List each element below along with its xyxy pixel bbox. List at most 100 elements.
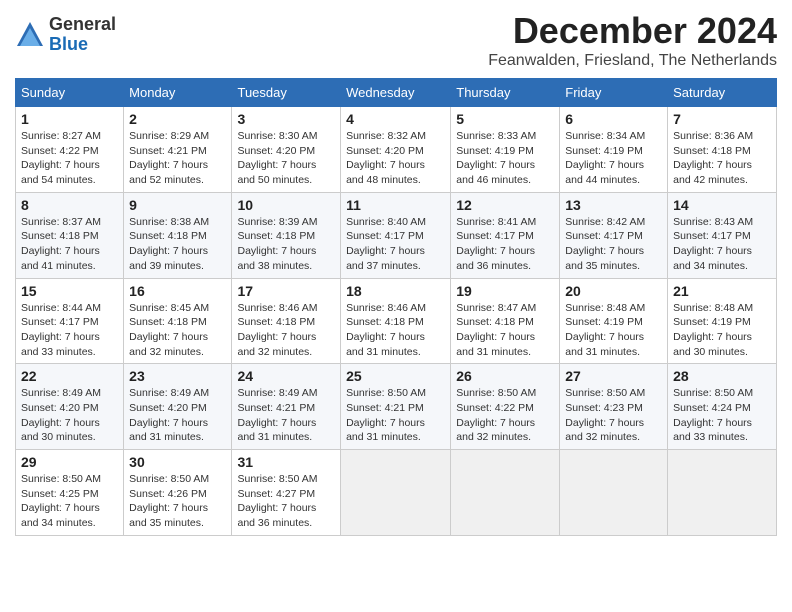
- day-number: 7: [673, 111, 771, 127]
- day-number: 30: [129, 454, 226, 470]
- day-info: Sunrise: 8:36 AM Sunset: 4:18 PM Dayligh…: [673, 129, 771, 188]
- day-info: Sunrise: 8:48 AM Sunset: 4:19 PM Dayligh…: [673, 301, 771, 360]
- day-number: 4: [346, 111, 445, 127]
- day-info: Sunrise: 8:42 AM Sunset: 4:17 PM Dayligh…: [565, 215, 662, 274]
- calendar-cell: 3 Sunrise: 8:30 AM Sunset: 4:20 PM Dayli…: [232, 107, 341, 193]
- location-title: Feanwalden, Friesland, The Netherlands: [488, 52, 777, 70]
- calendar-cell: 4 Sunrise: 8:32 AM Sunset: 4:20 PM Dayli…: [341, 107, 451, 193]
- day-info: Sunrise: 8:49 AM Sunset: 4:21 PM Dayligh…: [237, 386, 335, 445]
- calendar-cell: 2 Sunrise: 8:29 AM Sunset: 4:21 PM Dayli…: [124, 107, 232, 193]
- day-info: Sunrise: 8:46 AM Sunset: 4:18 PM Dayligh…: [346, 301, 445, 360]
- calendar-cell: 15 Sunrise: 8:44 AM Sunset: 4:17 PM Dayl…: [16, 278, 124, 364]
- day-info: Sunrise: 8:49 AM Sunset: 4:20 PM Dayligh…: [129, 386, 226, 445]
- day-info: Sunrise: 8:50 AM Sunset: 4:25 PM Dayligh…: [21, 472, 118, 531]
- calendar-week-row: 29 Sunrise: 8:50 AM Sunset: 4:25 PM Dayl…: [16, 450, 777, 536]
- day-info: Sunrise: 8:32 AM Sunset: 4:20 PM Dayligh…: [346, 129, 445, 188]
- day-info: Sunrise: 8:37 AM Sunset: 4:18 PM Dayligh…: [21, 215, 118, 274]
- day-number: 16: [129, 283, 226, 299]
- day-number: 10: [237, 197, 335, 213]
- calendar-cell: 6 Sunrise: 8:34 AM Sunset: 4:19 PM Dayli…: [560, 107, 668, 193]
- day-info: Sunrise: 8:30 AM Sunset: 4:20 PM Dayligh…: [237, 129, 335, 188]
- calendar-cell: 17 Sunrise: 8:46 AM Sunset: 4:18 PM Dayl…: [232, 278, 341, 364]
- day-info: Sunrise: 8:34 AM Sunset: 4:19 PM Dayligh…: [565, 129, 662, 188]
- calendar-cell: 1 Sunrise: 8:27 AM Sunset: 4:22 PM Dayli…: [16, 107, 124, 193]
- calendar-cell: 23 Sunrise: 8:49 AM Sunset: 4:20 PM Dayl…: [124, 364, 232, 450]
- day-info: Sunrise: 8:50 AM Sunset: 4:21 PM Dayligh…: [346, 386, 445, 445]
- title-area: December 2024 Feanwalden, Friesland, The…: [488, 10, 777, 70]
- calendar-week-row: 8 Sunrise: 8:37 AM Sunset: 4:18 PM Dayli…: [16, 192, 777, 278]
- column-header-monday: Monday: [124, 79, 232, 107]
- day-number: 29: [21, 454, 118, 470]
- calendar-week-row: 15 Sunrise: 8:44 AM Sunset: 4:17 PM Dayl…: [16, 278, 777, 364]
- day-info: Sunrise: 8:40 AM Sunset: 4:17 PM Dayligh…: [346, 215, 445, 274]
- column-header-tuesday: Tuesday: [232, 79, 341, 107]
- calendar-week-row: 1 Sunrise: 8:27 AM Sunset: 4:22 PM Dayli…: [16, 107, 777, 193]
- calendar-cell: 29 Sunrise: 8:50 AM Sunset: 4:25 PM Dayl…: [16, 450, 124, 536]
- calendar-cell: 12 Sunrise: 8:41 AM Sunset: 4:17 PM Dayl…: [451, 192, 560, 278]
- calendar-cell: 27 Sunrise: 8:50 AM Sunset: 4:23 PM Dayl…: [560, 364, 668, 450]
- calendar-cell: 31 Sunrise: 8:50 AM Sunset: 4:27 PM Dayl…: [232, 450, 341, 536]
- day-number: 21: [673, 283, 771, 299]
- calendar-header-row: SundayMondayTuesdayWednesdayThursdayFrid…: [16, 79, 777, 107]
- calendar: SundayMondayTuesdayWednesdayThursdayFrid…: [15, 78, 777, 536]
- day-info: Sunrise: 8:41 AM Sunset: 4:17 PM Dayligh…: [456, 215, 554, 274]
- calendar-cell: 8 Sunrise: 8:37 AM Sunset: 4:18 PM Dayli…: [16, 192, 124, 278]
- day-info: Sunrise: 8:48 AM Sunset: 4:19 PM Dayligh…: [565, 301, 662, 360]
- day-number: 3: [237, 111, 335, 127]
- day-info: Sunrise: 8:27 AM Sunset: 4:22 PM Dayligh…: [21, 129, 118, 188]
- calendar-cell: 24 Sunrise: 8:49 AM Sunset: 4:21 PM Dayl…: [232, 364, 341, 450]
- calendar-cell: 21 Sunrise: 8:48 AM Sunset: 4:19 PM Dayl…: [668, 278, 777, 364]
- calendar-cell: 13 Sunrise: 8:42 AM Sunset: 4:17 PM Dayl…: [560, 192, 668, 278]
- day-number: 17: [237, 283, 335, 299]
- day-info: Sunrise: 8:45 AM Sunset: 4:18 PM Dayligh…: [129, 301, 226, 360]
- day-info: Sunrise: 8:50 AM Sunset: 4:26 PM Dayligh…: [129, 472, 226, 531]
- day-number: 14: [673, 197, 771, 213]
- day-info: Sunrise: 8:43 AM Sunset: 4:17 PM Dayligh…: [673, 215, 771, 274]
- day-number: 13: [565, 197, 662, 213]
- day-info: Sunrise: 8:50 AM Sunset: 4:22 PM Dayligh…: [456, 386, 554, 445]
- calendar-cell: 19 Sunrise: 8:47 AM Sunset: 4:18 PM Dayl…: [451, 278, 560, 364]
- day-info: Sunrise: 8:29 AM Sunset: 4:21 PM Dayligh…: [129, 129, 226, 188]
- day-number: 20: [565, 283, 662, 299]
- column-header-wednesday: Wednesday: [341, 79, 451, 107]
- day-info: Sunrise: 8:50 AM Sunset: 4:27 PM Dayligh…: [237, 472, 335, 531]
- calendar-cell: 11 Sunrise: 8:40 AM Sunset: 4:17 PM Dayl…: [341, 192, 451, 278]
- day-number: 2: [129, 111, 226, 127]
- calendar-cell: [451, 450, 560, 536]
- day-number: 23: [129, 368, 226, 384]
- calendar-cell: 5 Sunrise: 8:33 AM Sunset: 4:19 PM Dayli…: [451, 107, 560, 193]
- day-info: Sunrise: 8:39 AM Sunset: 4:18 PM Dayligh…: [237, 215, 335, 274]
- day-number: 22: [21, 368, 118, 384]
- calendar-cell: 10 Sunrise: 8:39 AM Sunset: 4:18 PM Dayl…: [232, 192, 341, 278]
- logo-text: General Blue: [49, 15, 116, 55]
- calendar-cell: 30 Sunrise: 8:50 AM Sunset: 4:26 PM Dayl…: [124, 450, 232, 536]
- day-number: 31: [237, 454, 335, 470]
- calendar-week-row: 22 Sunrise: 8:49 AM Sunset: 4:20 PM Dayl…: [16, 364, 777, 450]
- day-number: 11: [346, 197, 445, 213]
- logo-icon: [15, 20, 45, 50]
- logo: General Blue: [15, 15, 116, 55]
- column-header-sunday: Sunday: [16, 79, 124, 107]
- month-title: December 2024: [488, 10, 777, 52]
- day-number: 18: [346, 283, 445, 299]
- day-number: 5: [456, 111, 554, 127]
- day-info: Sunrise: 8:47 AM Sunset: 4:18 PM Dayligh…: [456, 301, 554, 360]
- calendar-cell: 9 Sunrise: 8:38 AM Sunset: 4:18 PM Dayli…: [124, 192, 232, 278]
- calendar-cell: 7 Sunrise: 8:36 AM Sunset: 4:18 PM Dayli…: [668, 107, 777, 193]
- day-number: 9: [129, 197, 226, 213]
- day-number: 25: [346, 368, 445, 384]
- day-number: 12: [456, 197, 554, 213]
- calendar-cell: 26 Sunrise: 8:50 AM Sunset: 4:22 PM Dayl…: [451, 364, 560, 450]
- day-number: 24: [237, 368, 335, 384]
- calendar-cell: 25 Sunrise: 8:50 AM Sunset: 4:21 PM Dayl…: [341, 364, 451, 450]
- column-header-saturday: Saturday: [668, 79, 777, 107]
- calendar-cell: [560, 450, 668, 536]
- calendar-cell: 14 Sunrise: 8:43 AM Sunset: 4:17 PM Dayl…: [668, 192, 777, 278]
- calendar-cell: 18 Sunrise: 8:46 AM Sunset: 4:18 PM Dayl…: [341, 278, 451, 364]
- day-info: Sunrise: 8:50 AM Sunset: 4:24 PM Dayligh…: [673, 386, 771, 445]
- day-number: 15: [21, 283, 118, 299]
- day-number: 8: [21, 197, 118, 213]
- day-number: 1: [21, 111, 118, 127]
- day-number: 28: [673, 368, 771, 384]
- day-info: Sunrise: 8:50 AM Sunset: 4:23 PM Dayligh…: [565, 386, 662, 445]
